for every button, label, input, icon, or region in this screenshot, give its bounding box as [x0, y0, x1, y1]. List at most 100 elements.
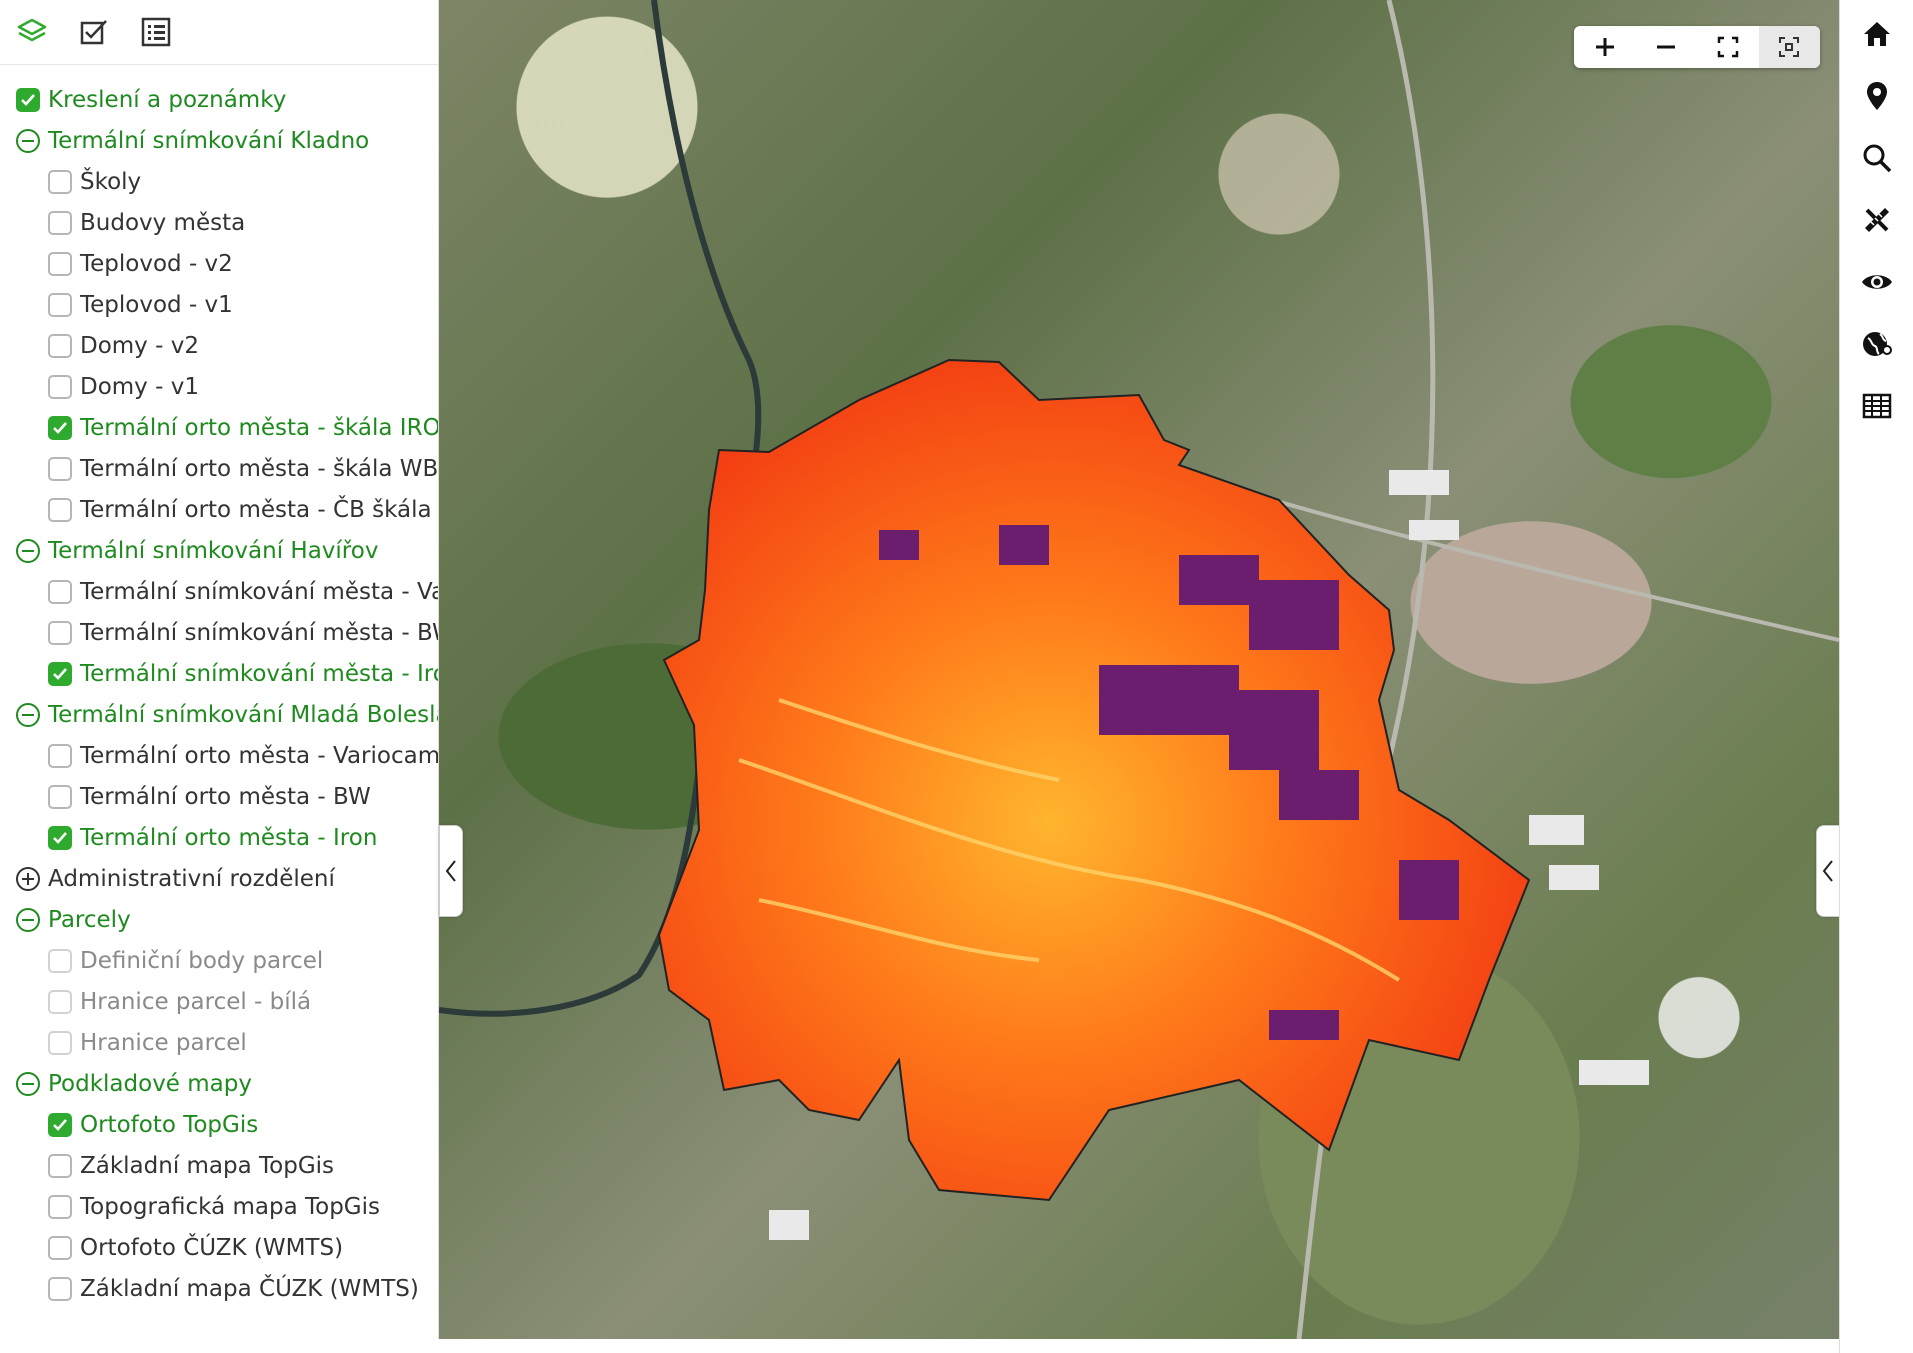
layer-item[interactable]: Ortofoto TopGis — [0, 1104, 438, 1145]
layer-item[interactable]: Termální snímkování města - Vari — [0, 571, 438, 612]
layer-label: Základní mapa TopGis — [80, 1152, 335, 1179]
checkbox[interactable] — [48, 456, 72, 481]
checkbox[interactable] — [48, 169, 72, 194]
visibility-button[interactable] — [1857, 262, 1897, 302]
layer-item[interactable]: Teplovod - v1 — [0, 284, 438, 325]
layer-label: Školy — [80, 168, 142, 195]
attribute-table-button[interactable] — [1857, 386, 1897, 426]
layer-tree: Kreslení a poznámky Termální snímkování K… — [0, 65, 438, 1309]
map-view[interactable] — [439, 0, 1839, 1339]
checkbox[interactable] — [48, 989, 72, 1014]
expand-group-icon[interactable] — [16, 866, 40, 891]
web-map-button[interactable] — [1857, 324, 1897, 364]
checkmark-icon — [21, 93, 35, 106]
checkbox[interactable] — [48, 1030, 72, 1055]
collapse-group-icon[interactable] — [16, 907, 40, 932]
checkbox-checked[interactable] — [48, 1112, 72, 1137]
layer-group[interactable]: Podkladové mapy — [0, 1063, 438, 1104]
layer-item[interactable]: Termální orto města - BW — [0, 776, 438, 817]
right-toolbar — [1839, 0, 1913, 1353]
checkbox[interactable] — [48, 210, 72, 235]
layer-group[interactable]: Kreslení a poznámky — [0, 79, 438, 120]
layer-item[interactable]: Hranice parcel — [0, 1022, 438, 1063]
layer-group[interactable]: Administrativní rozdělení — [0, 858, 438, 899]
layer-label: Termální snímkování města - BW — [80, 619, 439, 646]
checkbox-checked[interactable] — [48, 825, 72, 850]
globe-icon — [1863, 332, 1892, 356]
layer-label: Definiční body parcel — [80, 947, 324, 974]
layer-group[interactable]: Termální snímkování Mladá Boleslav — [0, 694, 438, 735]
checkmark-icon — [53, 831, 67, 844]
search-button[interactable] — [1857, 138, 1897, 178]
thermal-overlay-layer — [439, 0, 1839, 1339]
checkbox[interactable] — [48, 784, 72, 809]
layer-label: Topografická mapa TopGis — [80, 1193, 380, 1220]
layer-group[interactable]: Termální snímkování Kladno — [0, 120, 438, 161]
layer-item[interactable]: Termální orto města - Iron — [0, 817, 438, 858]
zoom-out-button[interactable] — [1636, 26, 1698, 68]
location-button[interactable] — [1857, 76, 1897, 116]
layer-item[interactable]: Definiční body parcel — [0, 940, 438, 981]
layer-item[interactable]: Termální orto města - škála WB — [0, 448, 438, 489]
table-icon — [1862, 393, 1892, 419]
layer-item[interactable]: Topografická mapa TopGis — [0, 1186, 438, 1227]
measure-button[interactable] — [1857, 200, 1897, 240]
layer-label: Termální snímkování města - Iron — [80, 660, 439, 687]
checkbox[interactable] — [48, 1194, 72, 1219]
layer-group[interactable]: Termální snímkování Havířov — [0, 530, 438, 571]
layer-item[interactable]: Ortofoto ČÚZK (WMTS) — [0, 1227, 438, 1268]
checkmark-icon — [53, 421, 67, 434]
layers-icon — [17, 18, 47, 42]
layer-item[interactable]: Domy - v2 — [0, 325, 438, 366]
collapse-group-icon[interactable] — [16, 702, 40, 727]
checkbox[interactable] — [48, 948, 72, 973]
layer-item[interactable]: Termální orto města - škála IRON — [0, 407, 438, 448]
layer-item[interactable]: Budovy města — [0, 202, 438, 243]
checkbox-checked[interactable] — [48, 661, 72, 686]
collapse-group-icon[interactable] — [16, 1071, 40, 1096]
layer-label: Termální orto města - ČB škála — [80, 496, 432, 523]
plus-icon — [1595, 38, 1614, 56]
checkbox[interactable] — [48, 374, 72, 399]
checkbox[interactable] — [48, 1235, 72, 1260]
layer-item[interactable]: Základní mapa ČÚZK (WMTS) — [0, 1268, 438, 1309]
checkbox-checked[interactable] — [16, 87, 40, 112]
layer-label: Termální snímkování města - Vari — [80, 578, 439, 605]
fullscreen-button[interactable] — [1697, 26, 1759, 68]
checkbox[interactable] — [48, 743, 72, 768]
checkbox[interactable] — [48, 497, 72, 522]
zoom-to-extent-button[interactable] — [1758, 26, 1820, 68]
layer-item[interactable]: Termální snímkování města - BW — [0, 612, 438, 653]
layer-item[interactable]: Školy — [0, 161, 438, 202]
layer-item[interactable]: Základní mapa TopGis — [0, 1145, 438, 1186]
layer-label: Termální orto města - Iron — [80, 824, 378, 851]
layer-label: Termální orto města - škála IRON — [80, 414, 439, 441]
checkbox[interactable] — [48, 251, 72, 276]
layer-group[interactable]: Parcely — [0, 899, 438, 940]
layer-item[interactable]: Termální orto města - ČB škála — [0, 489, 438, 530]
legend-tab[interactable] — [138, 14, 174, 50]
checkbox[interactable] — [48, 333, 72, 358]
checkbox[interactable] — [48, 292, 72, 317]
collapse-right-panel-button[interactable] — [1816, 825, 1840, 917]
collapse-left-panel-button[interactable] — [439, 825, 463, 917]
collapse-group-icon[interactable] — [16, 128, 40, 153]
layer-item[interactable]: Termální snímkování města - Iron — [0, 653, 438, 694]
eye-icon — [1862, 275, 1892, 289]
layer-item[interactable]: Hranice parcel - bílá — [0, 981, 438, 1022]
layer-item[interactable]: Termální orto města - Variocam — [0, 735, 438, 776]
layer-item[interactable]: Domy - v1 — [0, 366, 438, 407]
zoom-in-button[interactable] — [1574, 26, 1636, 68]
checkbox[interactable] — [48, 1153, 72, 1178]
checklist-icon — [80, 20, 107, 45]
checklist-tab[interactable] — [76, 14, 112, 50]
checkbox[interactable] — [48, 620, 72, 645]
collapse-group-icon[interactable] — [16, 538, 40, 563]
checkbox[interactable] — [48, 579, 72, 604]
home-button[interactable] — [1857, 14, 1897, 54]
checkbox-checked[interactable] — [48, 415, 72, 440]
fullscreen-icon — [1717, 36, 1738, 58]
layer-item[interactable]: Teplovod - v2 — [0, 243, 438, 284]
checkbox[interactable] — [48, 1276, 72, 1301]
layers-tab[interactable] — [14, 14, 50, 50]
